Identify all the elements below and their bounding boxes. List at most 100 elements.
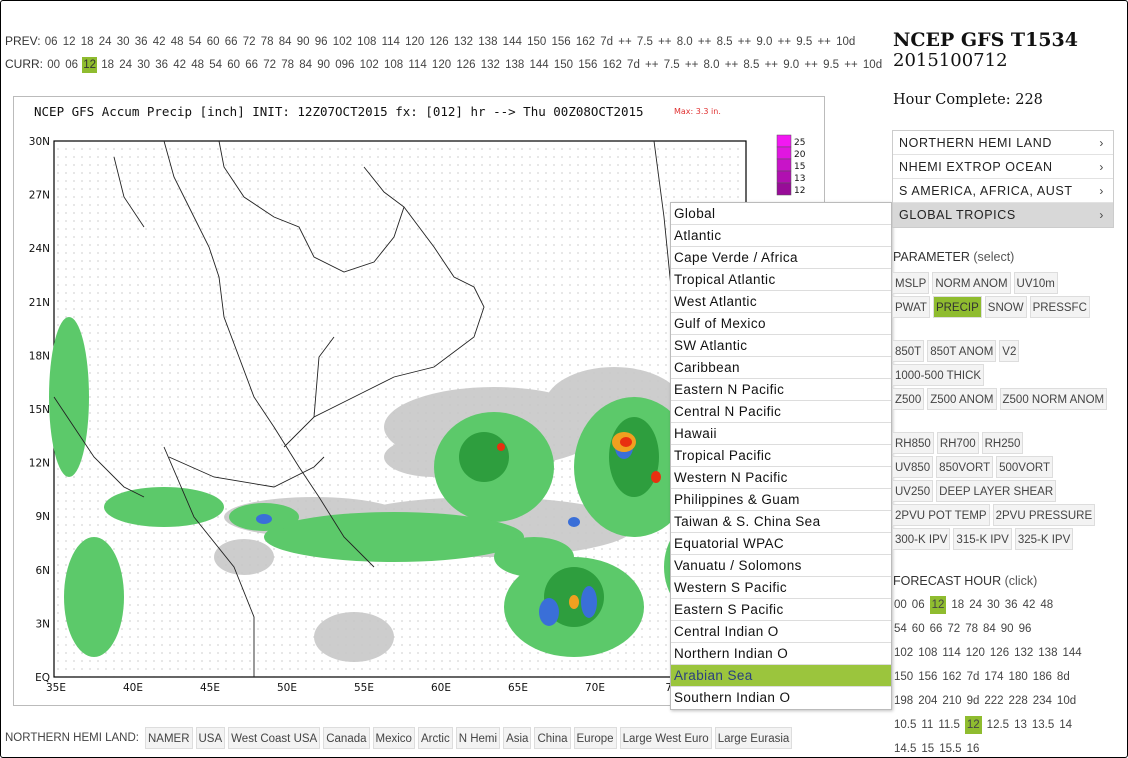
prev-hour-link[interactable]: 144 [502, 36, 523, 48]
forecast-hour-link[interactable]: 204 [918, 695, 937, 707]
forecast-hour-link[interactable]: 156 [918, 671, 937, 683]
forecast-hour-link[interactable]: 96 [1019, 623, 1032, 635]
region-shortcut-button[interactable]: Asia [503, 727, 532, 749]
prev-hour-link[interactable]: 150 [526, 36, 547, 48]
forecast-hour-link[interactable]: 120 [966, 647, 985, 659]
forecast-hour-link[interactable]: 54 [894, 623, 907, 635]
region-shortcut-button[interactable]: Mexico [372, 727, 415, 749]
prev-hour-link[interactable]: 162 [575, 36, 596, 48]
region-shortcut-button[interactable]: Large Eurasia [714, 727, 793, 749]
forecast-hour-link[interactable]: 234 [1033, 695, 1052, 707]
forecast-hour-link[interactable]: 10d [1057, 695, 1076, 707]
prev-hour-link[interactable]: 108 [356, 36, 377, 48]
forecast-hour-link[interactable]: 144 [1062, 647, 1081, 659]
prev-hour-link[interactable]: 10d [835, 36, 856, 48]
forecast-hour-link[interactable]: 10.5 [894, 719, 916, 731]
submenu-item[interactable]: Cape Verde / Africa [671, 247, 891, 269]
forecast-hour-link[interactable]: 36 [1005, 599, 1018, 611]
prev-hour-link[interactable]: 36 [134, 36, 149, 48]
forecast-hour-link[interactable]: 126 [990, 647, 1009, 659]
curr-hour-link[interactable]: 120 [431, 59, 452, 71]
prev-hour-link[interactable]: 48 [170, 36, 185, 48]
prev-hour-link[interactable]: 9.5 [795, 36, 813, 48]
parameter-button[interactable]: UV10m [1013, 272, 1058, 294]
parameter-button[interactable]: 325-K IPV [1014, 528, 1074, 550]
forecast-hour-link[interactable]: 11.5 [938, 719, 960, 731]
curr-hour-link[interactable]: 132 [480, 59, 501, 71]
curr-hour-link[interactable]: 162 [602, 59, 623, 71]
forecast-hour-link[interactable]: 18 [951, 599, 964, 611]
forecast-hour-link[interactable]: 132 [1014, 647, 1033, 659]
curr-hour-link[interactable]: 150 [553, 59, 574, 71]
parameter-button[interactable]: 1000-500 THICK [892, 364, 985, 386]
curr-hour-link[interactable]: 8.0 [703, 59, 721, 71]
submenu-item[interactable]: Central Indian O [671, 621, 891, 643]
forecast-hour-link[interactable]: 198 [894, 695, 913, 707]
submenu-item[interactable]: Equatorial WPAC [671, 533, 891, 555]
curr-hour-link[interactable]: 126 [455, 59, 476, 71]
curr-hour-link[interactable]: 7.5 [663, 59, 681, 71]
parameter-button[interactable]: Z500 [892, 388, 925, 410]
curr-hour-link[interactable]: 60 [226, 59, 241, 71]
prev-hour-link[interactable]: 7.5 [636, 36, 654, 48]
forecast-hour-link[interactable]: 60 [912, 623, 925, 635]
forecast-hour-link[interactable]: 90 [1001, 623, 1014, 635]
forecast-hour-link[interactable]: 7d [967, 671, 980, 683]
forecast-hour-link[interactable]: 12 [964, 716, 982, 734]
prev-hour-link[interactable]: 8.0 [676, 36, 694, 48]
prev-hour-link[interactable]: 8.5 [716, 36, 734, 48]
parameter-button[interactable]: UV250 [892, 480, 934, 502]
submenu-item[interactable]: Central N Pacific [671, 401, 891, 423]
curr-hour-link[interactable]: 108 [383, 59, 404, 71]
forecast-hour-link[interactable]: 16 [967, 743, 980, 755]
forecast-hour-link[interactable]: 72 [947, 623, 960, 635]
prev-hour-link[interactable]: 24 [98, 36, 113, 48]
parameter-button[interactable]: PWAT [892, 296, 930, 318]
curr-hour-link[interactable]: 84 [298, 59, 313, 71]
parameter-button[interactable]: PRESSFC [1029, 296, 1090, 318]
curr-hour-link[interactable]: 54 [208, 59, 223, 71]
forecast-hour-link[interactable]: 24 [969, 599, 982, 611]
submenu-item[interactable]: Western S Pacific [671, 577, 891, 599]
forecast-hour-link[interactable]: 14 [1059, 719, 1072, 731]
prev-hour-link[interactable]: 9.0 [755, 36, 773, 48]
parameter-button[interactable]: V2 [999, 340, 1020, 362]
parameter-button[interactable]: 315-K IPV [953, 528, 1012, 550]
forecast-hour-link[interactable]: 15 [921, 743, 934, 755]
parameter-button[interactable]: 850VORT [936, 456, 994, 478]
submenu-item[interactable]: Atlantic [671, 225, 891, 247]
prev-hour-link[interactable]: 114 [381, 36, 401, 48]
curr-hour-link[interactable]: 90 [316, 59, 331, 71]
forecast-hour-link[interactable]: 06 [912, 599, 925, 611]
submenu-item[interactable]: Southern Indian O [671, 687, 891, 709]
forecast-hour-link[interactable]: 108 [918, 647, 937, 659]
parameter-button[interactable]: RH700 [936, 432, 979, 454]
forecast-hour-link[interactable]: 228 [1009, 695, 1028, 707]
parameter-button[interactable]: RH250 [981, 432, 1024, 454]
curr-hour-link[interactable]: 144 [528, 59, 549, 71]
forecast-hour-link[interactable]: 174 [984, 671, 1003, 683]
region-shortcut-button[interactable]: N Hemi [455, 727, 501, 749]
prev-hour-link[interactable]: 96 [314, 36, 329, 48]
forecast-hour-link[interactable]: 8d [1057, 671, 1070, 683]
curr-hour-link[interactable]: 00 [46, 59, 61, 71]
prev-hour-link[interactable]: 126 [429, 36, 450, 48]
region-shortcut-button[interactable]: USA [195, 727, 226, 749]
forecast-hour-link[interactable]: 15.5 [939, 743, 961, 755]
parameter-button[interactable]: DEEP LAYER SHEAR [936, 480, 1057, 502]
forecast-hour-link[interactable]: 42 [1023, 599, 1036, 611]
submenu-item[interactable]: Global [671, 203, 891, 225]
parameter-button[interactable]: 850T ANOM [927, 340, 997, 362]
curr-hour-link[interactable]: 18 [100, 59, 115, 71]
submenu-item[interactable]: Caribbean [671, 357, 891, 379]
curr-hour-link[interactable]: 7d [626, 59, 641, 71]
forecast-hour-link[interactable]: 186 [1033, 671, 1052, 683]
parameter-button[interactable]: 300-K IPV [892, 528, 951, 550]
submenu-item[interactable]: Philippines & Guam [671, 489, 891, 511]
forecast-hour-link[interactable]: 150 [894, 671, 913, 683]
region-shortcut-button[interactable]: Canada [323, 727, 370, 749]
parameter-button[interactable]: 500VORT [996, 456, 1054, 478]
prev-hour-link[interactable]: 84 [278, 36, 293, 48]
prev-hour-link[interactable]: 12 [62, 36, 77, 48]
parameter-button[interactable]: NORM ANOM [932, 272, 1011, 294]
